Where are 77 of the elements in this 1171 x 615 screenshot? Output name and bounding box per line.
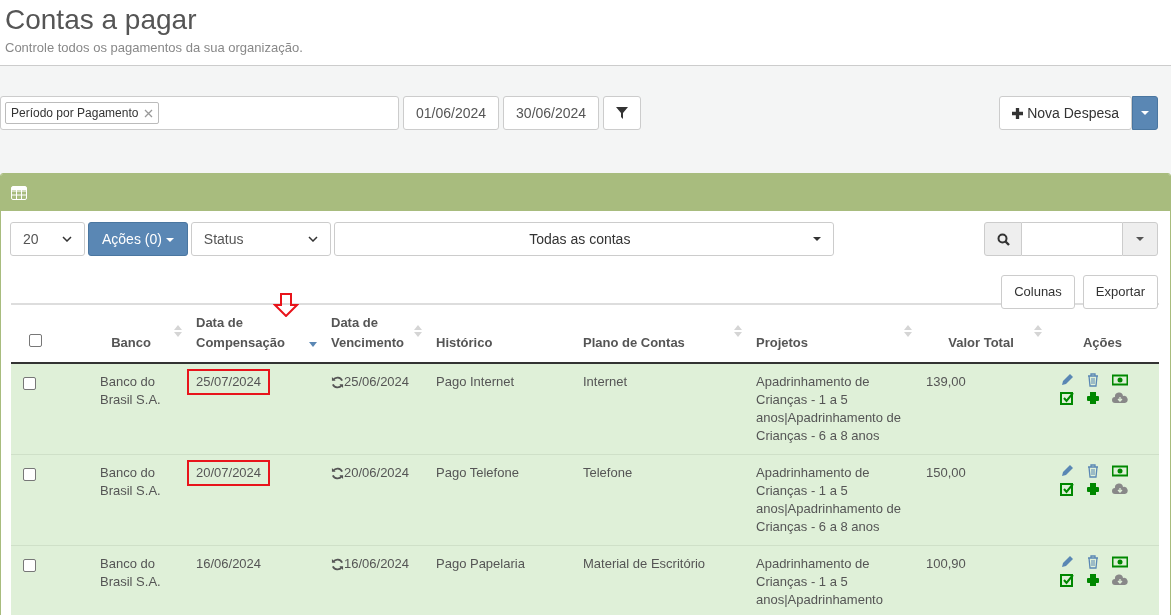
projects-text: Apadrinhamento de Crianças - 1 a 5 anos|Apadrinhamento de Crianças - 6 a 8 anos xyxy=(756,373,903,445)
column-header[interactable]: Projetos xyxy=(756,332,808,352)
compensation-date: 25/07/2024 xyxy=(187,369,271,395)
due-date: 16/06/2024 xyxy=(331,555,410,573)
projects-text: Apadrinhamento de Crianças - 1 a 5 anos|Apadrinhamento xyxy=(756,555,884,609)
page-subtitle: Controle todos os pagamentos da sua organização. xyxy=(5,39,304,57)
cloud-download-icon[interactable] xyxy=(1112,573,1128,587)
banknote-icon[interactable] xyxy=(1112,555,1128,569)
caret-icon xyxy=(812,237,821,241)
total-value: 150,00 xyxy=(926,465,966,480)
end-date-field[interactable]: 30/06/2024 xyxy=(503,96,600,130)
cloud-download-icon[interactable] xyxy=(1112,391,1128,405)
close-icon[interactable] xyxy=(144,108,154,118)
checkbox-icon[interactable] xyxy=(1060,391,1076,405)
cloud-download-icon[interactable] xyxy=(1112,482,1128,496)
history-text: Pago Papelaria xyxy=(436,556,525,571)
page-size-select[interactable]: 20 xyxy=(10,222,85,256)
search-icon-button[interactable] xyxy=(984,222,1022,256)
column-header[interactable]: Data de Vencimento xyxy=(331,313,416,352)
recurring-icon xyxy=(331,375,344,389)
column-header[interactable]: Banco xyxy=(111,332,151,352)
column-header[interactable]: Histórico xyxy=(436,332,493,352)
recurring-icon xyxy=(331,466,344,480)
pencil-icon[interactable] xyxy=(1060,373,1076,387)
history-text: Pago Internet xyxy=(436,374,515,389)
caret-icon xyxy=(1136,237,1144,241)
account-plan: Material de Escritório xyxy=(583,556,706,571)
page-title: Contas a pagar xyxy=(5,3,198,37)
table-icon xyxy=(11,185,27,200)
caret-icon xyxy=(1141,111,1149,115)
export-button[interactable]: Exportar xyxy=(1082,275,1158,309)
due-date: 25/06/2024 xyxy=(331,373,410,391)
banknote-icon[interactable] xyxy=(1112,373,1128,387)
pencil-icon[interactable] xyxy=(1060,464,1076,478)
total-value: 139,00 xyxy=(926,374,966,389)
history-text: Pago Telefone xyxy=(436,465,519,480)
period-filter-field[interactable]: Período por Pagamento xyxy=(0,96,399,130)
caret-icon xyxy=(165,237,174,242)
actions-button[interactable]: Ações (0) xyxy=(88,222,188,256)
plus-icon xyxy=(1012,107,1024,119)
start-date-field[interactable]: 01/06/2024 xyxy=(403,96,500,130)
row-checkbox[interactable] xyxy=(23,468,36,481)
chevron-icon xyxy=(62,236,72,242)
pencil-icon[interactable] xyxy=(1060,555,1076,569)
bank-name: Banco do Brasil S.A. xyxy=(100,555,162,591)
columns-button[interactable]: Colunas xyxy=(1001,275,1075,309)
bank-name: Banco do Brasil S.A. xyxy=(100,464,162,500)
filter-tag: Período por Pagamento xyxy=(5,102,160,124)
row-checkbox[interactable] xyxy=(23,377,36,390)
row-checkbox[interactable] xyxy=(23,559,36,572)
due-date: 20/06/2024 xyxy=(331,464,410,482)
checkbox-icon[interactable] xyxy=(1060,482,1076,496)
banknote-icon[interactable] xyxy=(1112,464,1128,478)
column-header[interactable]: Valor Total xyxy=(948,332,1014,352)
chevron-icon xyxy=(307,236,318,242)
search-icon xyxy=(996,232,1010,246)
account-plan: Internet xyxy=(583,374,628,389)
accounts-select[interactable]: Todas as contas xyxy=(333,222,834,256)
dropdown-toggle[interactable] xyxy=(1132,96,1158,130)
total-value: 100,90 xyxy=(926,556,966,571)
new-expense-button[interactable]: Nova Despesa xyxy=(999,96,1132,130)
column-header[interactable]: Data de Compensação xyxy=(196,313,306,352)
bank-name: Banco do Brasil S.A. xyxy=(100,373,162,409)
recurring-icon xyxy=(331,557,344,571)
filter-button[interactable] xyxy=(603,96,642,130)
search-dropdown-toggle[interactable] xyxy=(1122,222,1158,256)
compensation-date: 16/06/2024 xyxy=(196,556,262,571)
column-header[interactable]: Ações xyxy=(1083,332,1122,352)
select-all-checkbox[interactable] xyxy=(29,333,42,347)
status-select[interactable]: Status xyxy=(190,222,331,256)
compensation-date: 20/07/2024 xyxy=(187,460,271,486)
account-plan: Telefone xyxy=(583,465,633,480)
filter-icon xyxy=(616,107,629,119)
search-field[interactable] xyxy=(1022,222,1122,256)
checkbox-icon[interactable] xyxy=(1060,573,1076,587)
column-header[interactable]: Plano de Contas xyxy=(583,332,685,352)
projects-text: Apadrinhamento de Crianças - 1 a 5 anos|Apadrinhamento de Crianças - 6 a 8 anos xyxy=(756,464,903,536)
